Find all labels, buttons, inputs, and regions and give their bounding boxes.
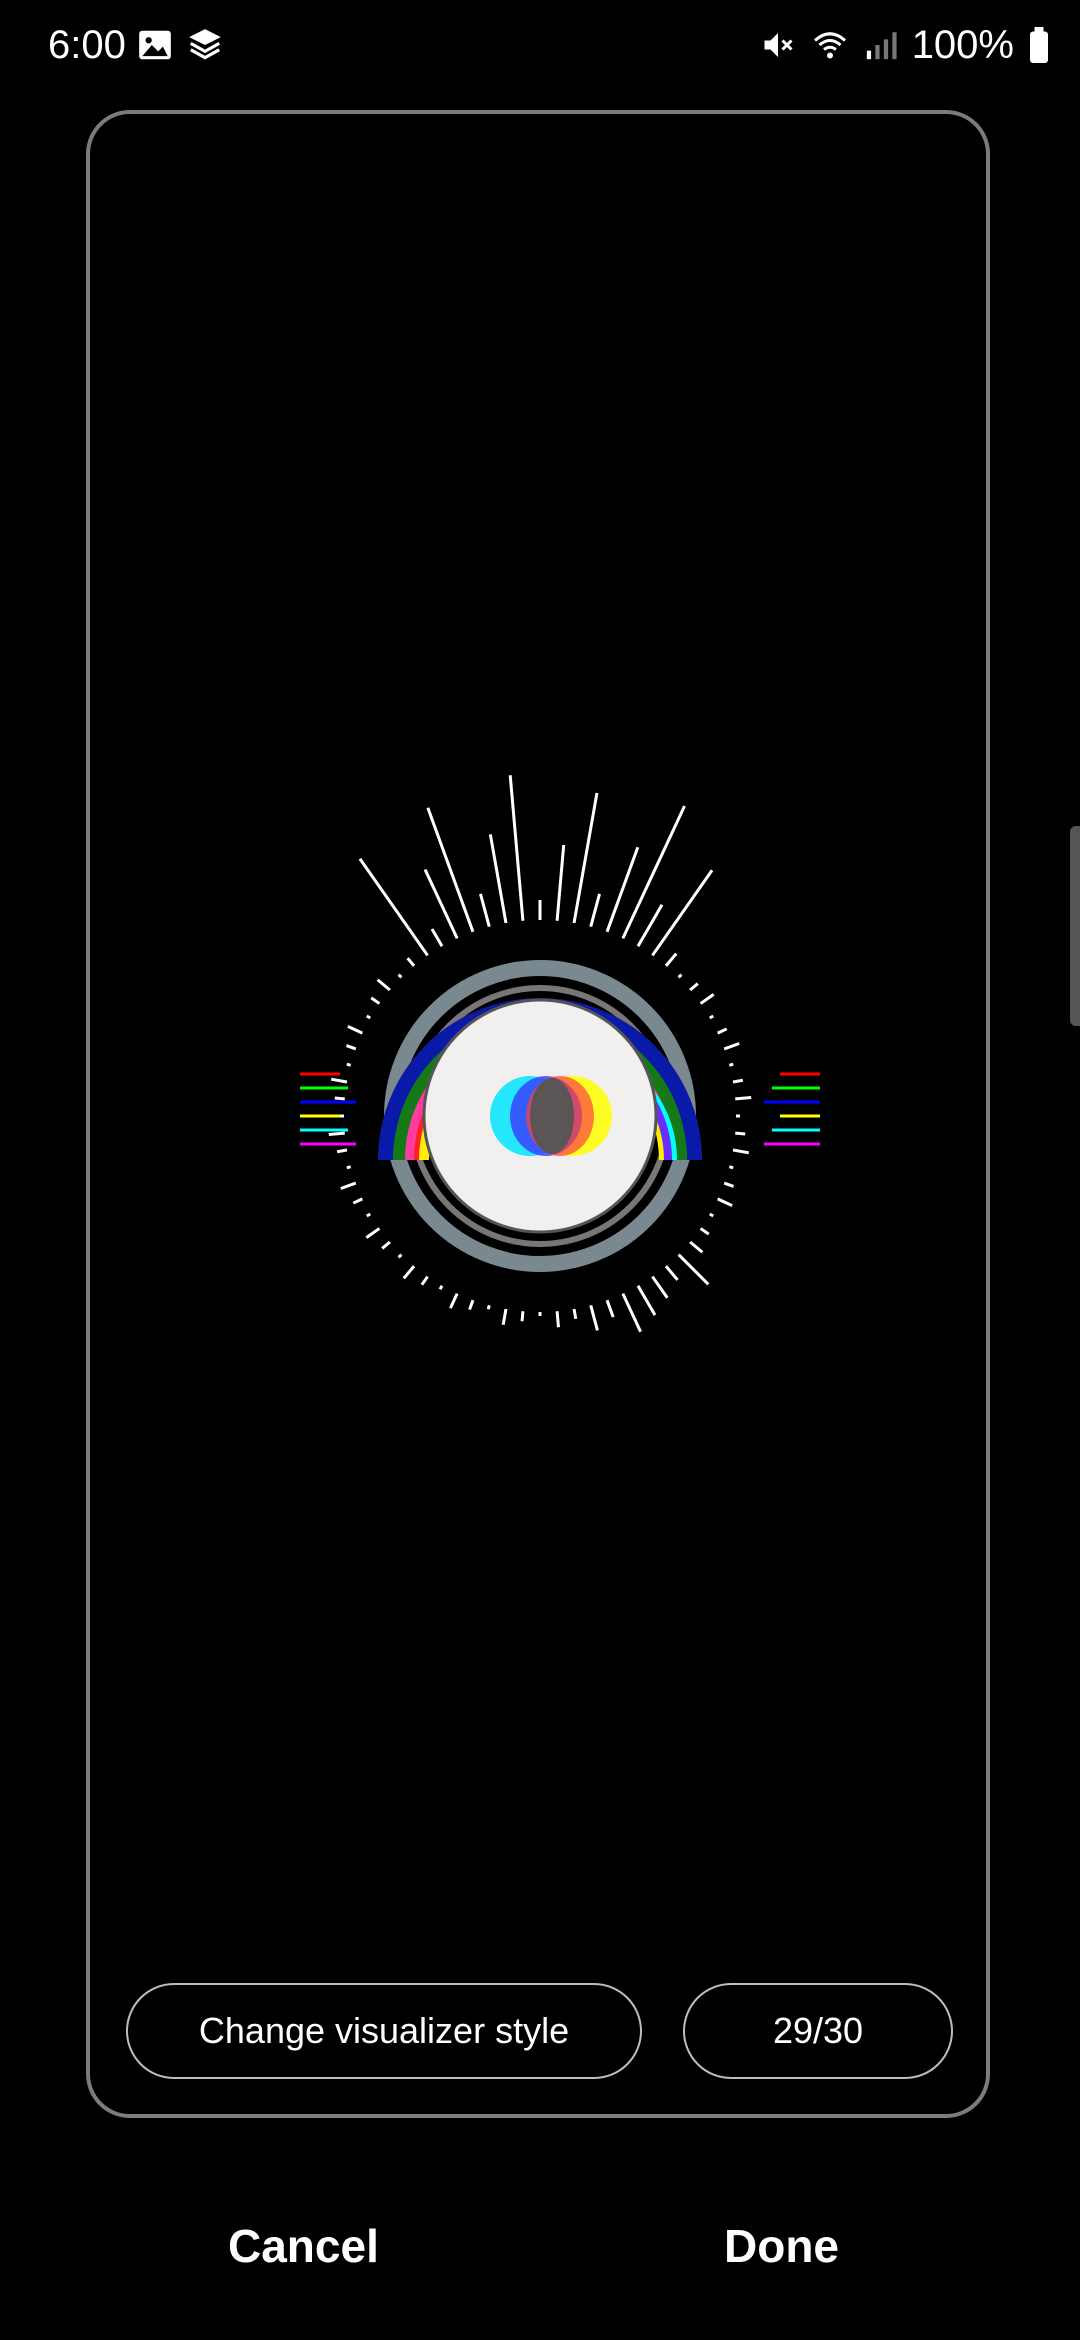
visualizer-disc bbox=[378, 960, 702, 1272]
visualizer-tick bbox=[486, 1304, 491, 1310]
visualizer-tick bbox=[381, 1240, 391, 1250]
style-counter-button[interactable]: 29/30 bbox=[683, 1983, 953, 2079]
visualizer-tick bbox=[717, 1197, 733, 1207]
visualizer-tick bbox=[406, 957, 416, 967]
visualizer-tick bbox=[449, 1293, 459, 1309]
visualizer-tick bbox=[423, 868, 459, 939]
visualizer-tick bbox=[347, 1025, 363, 1035]
visualizer-tick bbox=[479, 893, 491, 928]
visualizer-tick bbox=[520, 1311, 525, 1322]
visualizer-tick bbox=[735, 1096, 752, 1101]
visualizer-tick bbox=[420, 1275, 429, 1286]
visualizer-tick bbox=[328, 1131, 345, 1136]
visualizer-tick bbox=[735, 1131, 746, 1136]
visualizer-tick bbox=[346, 1062, 352, 1067]
visualizer-tick bbox=[555, 1311, 560, 1328]
visualizer-tick bbox=[723, 1042, 740, 1051]
visualizer-tick bbox=[376, 978, 391, 992]
visualizer-tick bbox=[708, 1014, 714, 1020]
visualizer-tick bbox=[438, 1284, 444, 1290]
visualizer-tick bbox=[699, 1227, 710, 1236]
visualizer-tick bbox=[723, 1181, 735, 1188]
visualizer-tick bbox=[605, 1299, 615, 1318]
visualizer-tick bbox=[651, 869, 714, 957]
visualizer-tick bbox=[708, 1212, 714, 1218]
visualizer-tick bbox=[664, 952, 678, 967]
visualizer-tick bbox=[572, 792, 599, 924]
visualizer-tick bbox=[636, 903, 664, 948]
done-button[interactable]: Done bbox=[724, 2218, 839, 2274]
change-visualizer-style-button[interactable]: Change visualizer style bbox=[126, 1983, 642, 2079]
visualizer-tick bbox=[664, 1265, 679, 1281]
visualizer-tick bbox=[728, 1165, 734, 1170]
visualizer-tick bbox=[689, 1240, 704, 1254]
visualizer-tick bbox=[589, 893, 601, 928]
visualizer-tick bbox=[651, 1275, 669, 1299]
visualizer-tick bbox=[689, 982, 699, 992]
visualizer-tick bbox=[468, 1299, 475, 1311]
visualizer-tick bbox=[426, 807, 475, 933]
visualizer-tick bbox=[636, 1284, 657, 1316]
visualizer-tick bbox=[340, 1181, 357, 1190]
visualizer-tick bbox=[677, 973, 683, 979]
visualizer-tick bbox=[397, 1253, 403, 1259]
visualizer-tick bbox=[334, 1096, 345, 1101]
visualizer-tick bbox=[732, 1148, 750, 1155]
visualizer-tick bbox=[717, 1027, 728, 1035]
visualizer-tick bbox=[728, 1062, 734, 1067]
style-counter-label: 29/30 bbox=[772, 2010, 864, 2051]
visualizer-tick bbox=[501, 1308, 508, 1326]
visualizer-tick bbox=[699, 993, 715, 1005]
visualizer-tick bbox=[402, 1265, 416, 1280]
visualizer-tick bbox=[358, 857, 429, 957]
visualizer-tick bbox=[366, 1014, 372, 1020]
visualizer-tick bbox=[555, 844, 566, 921]
visualizer-tick bbox=[430, 928, 444, 948]
visualizer-tick bbox=[370, 996, 381, 1005]
visualizer-tick bbox=[366, 1212, 372, 1218]
visualizer-tick bbox=[677, 1253, 710, 1286]
visualizer-tick bbox=[572, 1308, 578, 1320]
visualizer-tick bbox=[589, 1304, 599, 1331]
visualizer-tick bbox=[365, 1227, 381, 1239]
visualizer-tick bbox=[346, 1165, 352, 1170]
visualizer-tick bbox=[621, 1293, 642, 1333]
visualizer-tick bbox=[732, 1078, 744, 1084]
cancel-button[interactable]: Cancel bbox=[228, 2218, 379, 2274]
visualizer-tick bbox=[352, 1197, 363, 1205]
visualizer-tick bbox=[336, 1148, 348, 1154]
visualizer-tick bbox=[508, 775, 525, 921]
visualizer-tick bbox=[397, 973, 403, 979]
visualizer-tick bbox=[488, 834, 508, 924]
visualizer-tick bbox=[345, 1044, 357, 1051]
edge-panel-handle[interactable] bbox=[1070, 826, 1080, 1026]
visualizer-tick bbox=[330, 1077, 348, 1084]
change-visualizer-style-label: Change visualizer style bbox=[198, 2010, 570, 2051]
